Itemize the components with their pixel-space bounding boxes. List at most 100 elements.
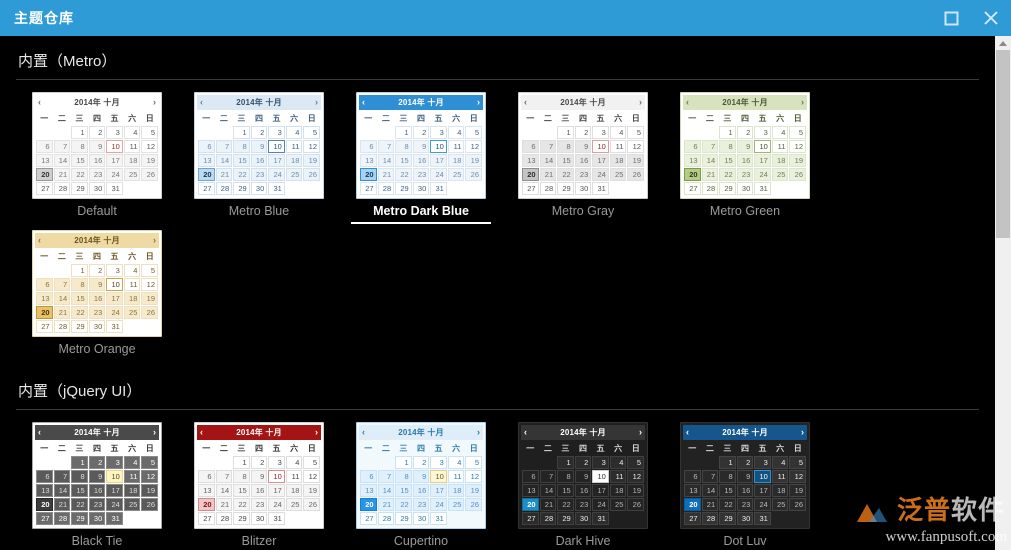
calendar-day-cell[interactable]: 23: [574, 498, 592, 511]
calendar-day-cell[interactable]: 22: [233, 498, 250, 511]
calendar-day-cell[interactable]: 1: [71, 126, 88, 139]
calendar-day-cell[interactable]: 15: [557, 154, 574, 167]
calendar-day-cell[interactable]: 12: [789, 140, 806, 153]
calendar-day-cell[interactable]: 13: [36, 484, 53, 497]
calendar-day-cell[interactable]: 16: [736, 484, 754, 497]
calendar-day-cell[interactable]: 15: [71, 154, 88, 167]
calendar-day-cell[interactable]: 17: [106, 484, 123, 497]
calendar-day-cell[interactable]: 5: [627, 456, 644, 469]
next-month-button[interactable]: ›: [801, 428, 804, 437]
calendar-day-cell[interactable]: 30: [574, 512, 592, 525]
calendar-day-cell[interactable]: 26: [303, 168, 320, 181]
calendar-day-cell[interactable]: 28: [377, 512, 395, 525]
calendar-day-cell[interactable]: 22: [71, 168, 88, 181]
calendar-day-cell[interactable]: 24: [268, 498, 285, 511]
calendar-day-cell[interactable]: 29: [557, 182, 574, 195]
calendar-day-cell[interactable]: 24: [592, 168, 609, 181]
calendar-day-cell[interactable]: 16: [250, 484, 268, 497]
calendar-day-cell[interactable]: 13: [684, 484, 701, 497]
calendar-day-cell[interactable]: 18: [609, 484, 627, 497]
calendar-day-cell[interactable]: 30: [412, 182, 430, 195]
calendar-day-cell[interactable]: 8: [719, 140, 736, 153]
theme-card[interactable]: ‹ 2014年 十月 › 一二三四五六日 1 2 3 4 5 6 7 8 9 10 11 12 13 14 15 16…: [340, 92, 502, 224]
calendar-day-cell[interactable]: 9: [736, 470, 754, 483]
calendar-day-cell[interactable]: 16: [412, 484, 430, 497]
calendar-day-cell[interactable]: 4: [771, 456, 789, 469]
calendar-day-cell[interactable]: 24: [106, 168, 123, 181]
calendar-day-cell[interactable]: 19: [627, 154, 644, 167]
calendar-day-cell[interactable]: 8: [71, 470, 88, 483]
calendar-day-cell[interactable]: 1: [395, 456, 412, 469]
calendar-day-cell[interactable]: 15: [71, 484, 88, 497]
calendar-today-cell[interactable]: 10: [106, 278, 123, 291]
calendar-day-cell[interactable]: 30: [250, 512, 268, 525]
calendar-day-cell[interactable]: 11: [123, 278, 141, 291]
calendar-day-cell[interactable]: 6: [360, 470, 377, 483]
calendar-today-cell[interactable]: 10: [592, 470, 609, 483]
calendar-day-cell[interactable]: 12: [141, 470, 158, 483]
calendar-day-cell[interactable]: 4: [123, 456, 141, 469]
calendar-day-cell[interactable]: 17: [268, 154, 285, 167]
calendar-day-cell[interactable]: 19: [789, 484, 806, 497]
calendar-day-cell[interactable]: 18: [771, 484, 789, 497]
calendar-day-cell[interactable]: 24: [592, 498, 609, 511]
calendar-day-cell[interactable]: 15: [719, 154, 736, 167]
calendar-day-cell[interactable]: 18: [447, 154, 465, 167]
calendar-day-cell[interactable]: 13: [360, 154, 377, 167]
calendar-day-cell[interactable]: 26: [627, 168, 644, 181]
calendar-day-cell[interactable]: 6: [36, 278, 53, 291]
calendar-day-cell[interactable]: 2: [250, 126, 268, 139]
calendar-day-cell[interactable]: 19: [303, 484, 320, 497]
calendar-day-cell[interactable]: 22: [719, 168, 736, 181]
calendar-day-cell[interactable]: 1: [719, 126, 736, 139]
calendar-day-cell[interactable]: 13: [684, 154, 701, 167]
calendar-day-cell[interactable]: 25: [447, 498, 465, 511]
calendar-day-cell[interactable]: 31: [268, 182, 285, 195]
calendar-day-cell[interactable]: 3: [754, 456, 771, 469]
next-month-button[interactable]: ›: [639, 428, 642, 437]
calendar-day-cell[interactable]: 2: [736, 126, 754, 139]
calendar-day-cell[interactable]: 12: [627, 470, 644, 483]
calendar-day-cell[interactable]: 11: [123, 140, 141, 153]
calendar-day-cell[interactable]: 9: [250, 470, 268, 483]
calendar-day-cell[interactable]: 12: [465, 470, 482, 483]
calendar-day-cell[interactable]: 18: [447, 484, 465, 497]
calendar-day-cell[interactable]: 31: [754, 512, 771, 525]
calendar-day-cell[interactable]: 25: [447, 168, 465, 181]
calendar-day-cell[interactable]: 31: [592, 182, 609, 195]
scroll-up-button[interactable]: [995, 36, 1011, 50]
calendar-day-cell[interactable]: 3: [592, 126, 609, 139]
calendar-today-cell[interactable]: 10: [106, 470, 123, 483]
calendar-day-cell[interactable]: 7: [539, 470, 557, 483]
theme-card[interactable]: ‹ 2014年 十月 › 一二三四五六日 1 2 3 4 5 6 7 8 9 10 11 12 13 14 15 16…: [664, 92, 826, 224]
calendar-today-cell[interactable]: 10: [268, 140, 285, 153]
calendar-day-cell[interactable]: 26: [465, 168, 482, 181]
calendar-day-cell[interactable]: 4: [285, 126, 303, 139]
calendar-day-cell[interactable]: 21: [701, 498, 719, 511]
calendar-day-cell[interactable]: 19: [303, 154, 320, 167]
theme-card[interactable]: ‹ 2014年 十月 › 一二三四五六日 1 2 3 4 5 6 7 8 9 10 11 12 13 14 15 16…: [16, 230, 178, 360]
calendar-day-cell[interactable]: 5: [789, 456, 806, 469]
calendar-today-cell[interactable]: 10: [754, 140, 771, 153]
calendar-day-cell[interactable]: 3: [754, 126, 771, 139]
calendar-day-cell[interactable]: 19: [627, 484, 644, 497]
calendar-day-cell[interactable]: 29: [395, 182, 412, 195]
calendar-day-cell[interactable]: 4: [123, 264, 141, 277]
calendar-day-cell[interactable]: 5: [141, 264, 158, 277]
calendar-day-cell[interactable]: 3: [268, 126, 285, 139]
calendar-day-cell[interactable]: 14: [215, 484, 233, 497]
calendar-today-cell[interactable]: 10: [106, 140, 123, 153]
calendar-day-cell[interactable]: 3: [106, 126, 123, 139]
calendar-day-cell[interactable]: 26: [465, 498, 482, 511]
calendar-day-cell[interactable]: 12: [141, 278, 158, 291]
calendar-day-cell[interactable]: 28: [701, 512, 719, 525]
calendar-day-cell[interactable]: 1: [71, 456, 88, 469]
calendar-day-cell[interactable]: 13: [522, 154, 539, 167]
calendar-day-cell[interactable]: 24: [754, 168, 771, 181]
calendar-day-cell[interactable]: 25: [285, 498, 303, 511]
calendar-day-cell[interactable]: 26: [141, 498, 158, 511]
calendar-day-cell[interactable]: 15: [395, 484, 412, 497]
calendar-day-cell[interactable]: 2: [574, 456, 592, 469]
next-month-button[interactable]: ›: [477, 428, 480, 437]
calendar-day-cell[interactable]: 2: [412, 126, 430, 139]
